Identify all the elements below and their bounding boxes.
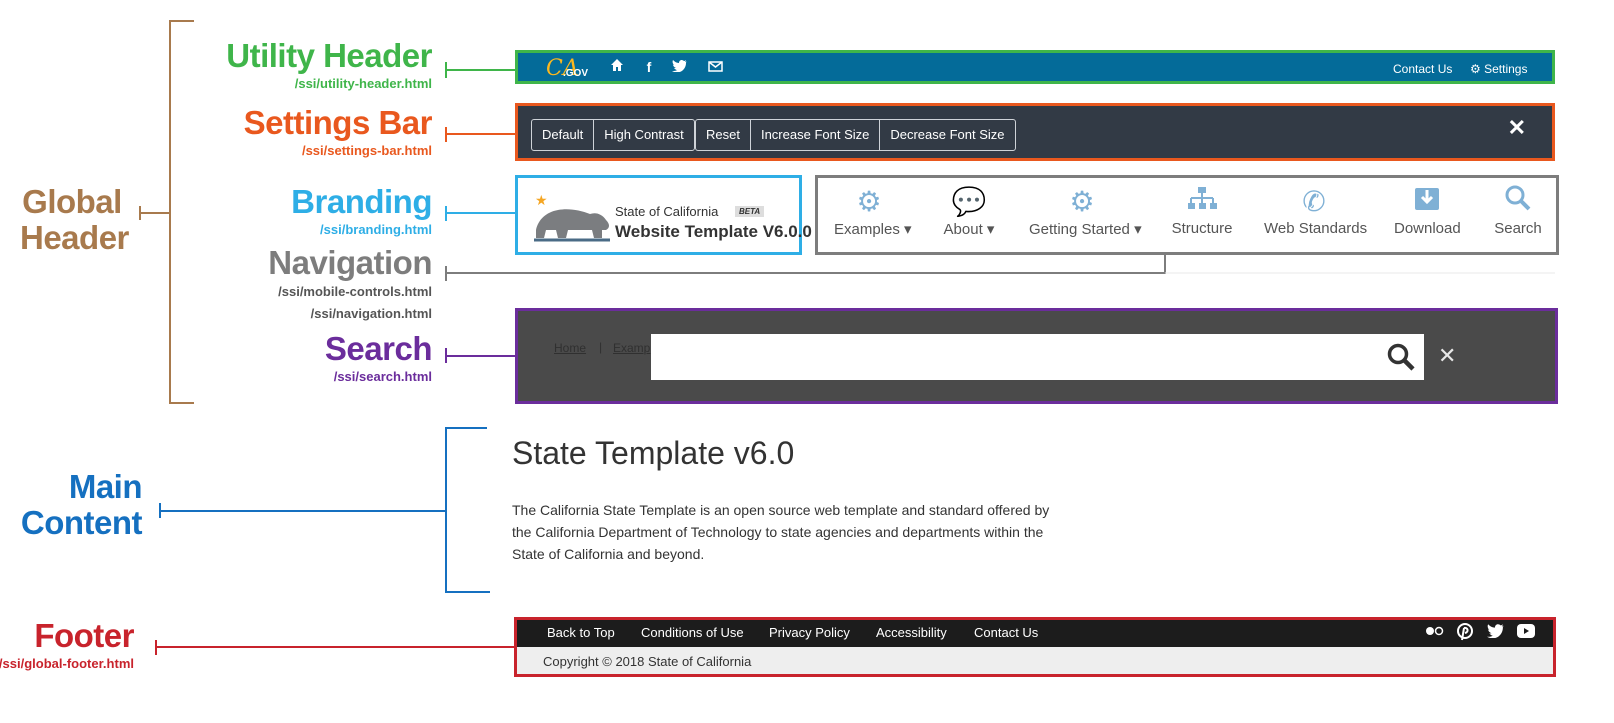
settings-bar-path: /ssi/settings-bar.html	[301, 143, 432, 158]
global-header-label: Global Header	[20, 183, 129, 256]
close-icon[interactable]: ✕	[1508, 115, 1526, 141]
search-title: Search	[324, 330, 433, 367]
footer-link-bar: Back to Top Conditions of Use Privacy Po…	[517, 620, 1553, 647]
youtube-icon[interactable]	[1516, 623, 1536, 643]
settings-bar: Default High Contrast Reset Increase Fon…	[515, 103, 1555, 161]
navigation-title: Navigation	[268, 244, 432, 281]
default-button[interactable]: Default	[532, 120, 595, 150]
intro-paragraph: The California State Template is an open…	[512, 502, 1050, 562]
phone-icon: ✆	[1302, 186, 1326, 217]
gears-icon: ⚙	[856, 186, 882, 217]
gear-icon: ⚙	[1069, 186, 1095, 217]
footer-link-back-to-top[interactable]: Back to Top	[547, 625, 615, 640]
main-content-line1: Main	[68, 468, 143, 505]
search-label: Search /ssi/search.html	[324, 330, 433, 386]
nav-item-label: About	[943, 221, 983, 238]
logo-gov: .GOV	[563, 68, 589, 79]
beta-badge: BETA	[735, 206, 765, 217]
nav-item-label: Getting Started	[1029, 221, 1130, 238]
utility-header-title: Utility Header	[226, 37, 432, 74]
facebook-icon[interactable]: f	[640, 58, 658, 76]
nav-item-search[interactable]: Search	[1490, 184, 1546, 237]
reset-button[interactable]: Reset	[696, 120, 751, 150]
nav-item-label: Download	[1394, 220, 1461, 237]
footer-link-accessibility[interactable]: Accessibility	[876, 625, 947, 640]
utility-header-label: Utility Header /ssi/utility-header.html	[226, 38, 432, 93]
nav-item-examples[interactable]: ⚙ Examples ▾	[834, 184, 912, 238]
bear-icon	[534, 209, 610, 242]
twitter-icon[interactable]	[1487, 623, 1504, 642]
branding-path: /ssi/branding.html	[320, 222, 432, 237]
sitemap-icon	[1170, 184, 1234, 220]
nav-item-about[interactable]: 💬 About ▾	[940, 184, 998, 238]
footer-link-contact[interactable]: Contact Us	[974, 625, 1038, 640]
branding-title: Website Template V6.0.0	[615, 222, 812, 241]
contrast-button-group: Default High Contrast	[531, 119, 695, 151]
search-icon	[1490, 184, 1546, 220]
footer-title: Footer	[34, 617, 134, 654]
home-icon[interactable]	[608, 58, 626, 76]
search-input[interactable]	[651, 334, 1424, 380]
utility-header: CA .GOV f Contact Us ⚙ Settings	[515, 50, 1555, 84]
search-icon[interactable]	[1386, 342, 1416, 377]
contact-us-link[interactable]: Contact Us	[1393, 62, 1452, 76]
settings-link[interactable]: ⚙ Settings	[1470, 62, 1527, 76]
main-content-line2: Content	[20, 504, 143, 541]
breadcrumb-examples[interactable]: Examp	[613, 341, 650, 355]
download-icon	[1394, 184, 1460, 220]
navigation: ⚙ Examples ▾ 💬 About ▾ ⚙ Getting Started…	[815, 175, 1559, 255]
global-header-line1: Global	[22, 183, 122, 220]
ca-gov-logo[interactable]: CA .GOV	[546, 56, 588, 81]
footer-path: /ssi/global-footer.html	[0, 656, 134, 671]
navigation-path-2: /ssi/navigation.html	[310, 306, 432, 321]
nav-item-structure[interactable]: Structure	[1170, 184, 1234, 237]
settings-bar-label: Settings Bar /ssi/settings-bar.html	[243, 104, 433, 160]
pinterest-icon[interactable]	[1457, 623, 1473, 645]
breadcrumb-separator: |	[599, 340, 603, 354]
branding-title: Branding	[291, 183, 432, 220]
flickr-icon[interactable]	[1425, 624, 1445, 642]
nav-item-web-standards[interactable]: ✆ Web Standards	[1264, 184, 1368, 237]
close-icon[interactable]: ✕	[1438, 343, 1456, 369]
global-header-line2: Header	[20, 219, 129, 256]
copyright-text: Copyright © 2018 State of California	[543, 654, 752, 669]
twitter-icon[interactable]	[670, 58, 688, 76]
nav-item-label: Structure	[1171, 220, 1233, 237]
state-of-california-text: State of California	[615, 204, 719, 219]
branding[interactable]: ★ State of California BETA Website Templ…	[515, 175, 812, 255]
nav-item-label: Search	[1494, 220, 1542, 237]
footer-link-privacy[interactable]: Privacy Policy	[769, 625, 850, 640]
navigation-label: Navigation /ssi/mobile-controls.html /ss…	[268, 245, 432, 325]
search-path: /ssi/search.html	[333, 369, 432, 384]
high-contrast-button[interactable]: High Contrast	[594, 120, 693, 150]
settings-bar-title: Settings Bar	[243, 104, 433, 141]
nav-item-download[interactable]: Download	[1394, 184, 1461, 237]
navigation-path-1: /ssi/mobile-controls.html	[278, 284, 432, 299]
search-region: Home | Examp ✕	[515, 308, 1558, 404]
global-footer: Back to Top Conditions of Use Privacy Po…	[514, 617, 1556, 677]
email-icon[interactable]	[706, 58, 724, 76]
font-size-button-group: Reset Increase Font Size Decrease Font S…	[695, 119, 1016, 151]
breadcrumb-home[interactable]: Home	[554, 341, 586, 355]
branding-label: Branding /ssi/branding.html	[291, 184, 432, 239]
nav-item-label: Examples	[834, 221, 900, 238]
decrease-font-size-button[interactable]: Decrease Font Size	[880, 120, 1014, 150]
nav-item-getting-started[interactable]: ⚙ Getting Started ▾	[1029, 184, 1142, 238]
chat-icon: 💬	[951, 186, 987, 217]
increase-font-size-button[interactable]: Increase Font Size	[751, 120, 881, 150]
gear-icon: ⚙	[1470, 62, 1481, 76]
utility-header-path: /ssi/utility-header.html	[294, 76, 432, 91]
footer-label: Footer /ssi/global-footer.html	[0, 617, 135, 673]
page-title: State Template v6.0	[512, 435, 795, 471]
main-content-label: Main Content	[20, 468, 143, 541]
footer-link-conditions[interactable]: Conditions of Use	[641, 625, 744, 640]
settings-link-label: Settings	[1484, 62, 1528, 76]
nav-item-label: Web Standards	[1264, 220, 1368, 237]
